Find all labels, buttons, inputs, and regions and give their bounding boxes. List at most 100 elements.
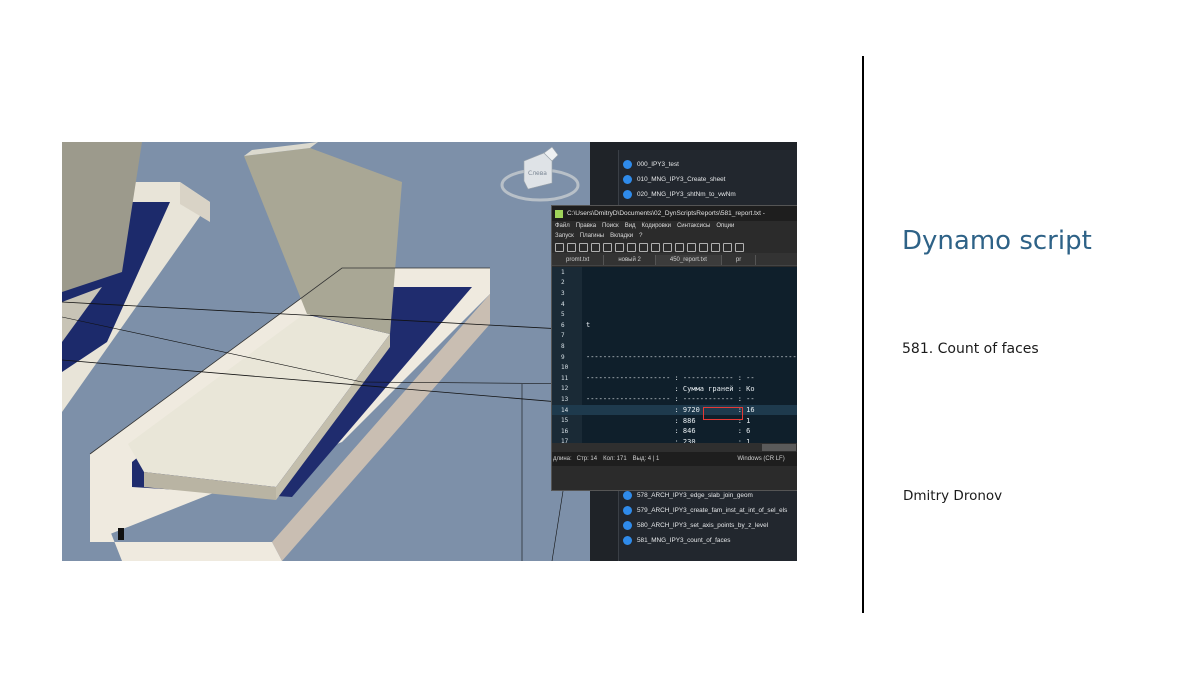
editor-line[interactable]: 9 ---------------------------------------… [552, 352, 797, 363]
line-number: 9 [561, 353, 565, 361]
menu-item-window[interactable]: Вкладки [610, 233, 633, 239]
close-icon[interactable] [603, 242, 612, 252]
editor-line[interactable]: 15 : 886 : 1 [552, 415, 797, 426]
save-all-icon[interactable] [591, 242, 600, 252]
new-file-icon[interactable] [555, 242, 564, 252]
line-number: 4 [561, 300, 565, 308]
menu-item-encoding[interactable]: Кодировки [642, 223, 671, 229]
line-text: t [586, 321, 591, 330]
script-label: 020_MNG_IPY3_shtNm_to_vwNm [637, 190, 736, 198]
notepad-statusbar: длина: Стр: 14 Кол: 171 Выд: 4 | 1 Windo… [552, 452, 797, 466]
script-item[interactable]: 580_ARCH_IPY3_set_axis_points_by_z_level [623, 518, 768, 532]
script-item[interactable]: 581_MNG_IPY3_count_of_faces [623, 533, 730, 547]
editor-line[interactable]: 11 -------------------- : ------------ : … [552, 373, 797, 384]
line-text: : 846 : 6 [586, 427, 751, 436]
close-all-icon[interactable] [615, 242, 624, 252]
menu-item-run[interactable]: Запуск [555, 233, 574, 239]
editor-line[interactable]: 1 [552, 267, 797, 278]
cut-icon[interactable] [639, 242, 648, 252]
script-label: 579_ARCH_IPY3_create_fam_inst_at_int_of_… [637, 506, 788, 514]
editor-line[interactable]: 13 -------------------- : ------------ : … [552, 394, 797, 405]
horizontal-scrollbar[interactable] [552, 443, 797, 452]
notepad-tabbar: promt.txt новый 2 450_report.txt pr [552, 253, 797, 266]
line-number: 16 [561, 427, 569, 435]
line-number: 11 [561, 374, 569, 382]
script-item[interactable]: 000_IPY3_test [623, 157, 679, 171]
notepad-menubar-row2: Запуск Плагины Вкладки ? [552, 231, 797, 241]
script-status-icon [623, 505, 632, 515]
print-icon[interactable] [627, 242, 636, 252]
notepad-window: C:\Users\DmitryD\Documents\02_DynScripts… [551, 205, 797, 491]
editor-line[interactable]: 16 : 846 : 6 [552, 426, 797, 437]
line-text: : Сумма граней : Ко [586, 384, 755, 393]
save-icon[interactable] [579, 242, 588, 252]
notepad-app-icon [555, 209, 563, 218]
highlight-box [703, 407, 743, 420]
slide-title: Dynamo script [902, 226, 1092, 256]
scrollbar-thumb[interactable] [762, 444, 796, 451]
slide-subtitle: 581. Count of faces [902, 341, 1039, 357]
editor-line[interactable]: 7 [552, 331, 797, 342]
redo-icon[interactable] [687, 242, 696, 252]
line-text: ----------------------------------------… [586, 353, 797, 362]
menu-item-language[interactable]: Синтаксисы [677, 223, 710, 229]
screenshot-area: Слева 000_IPY3_test 010_MNG_IPY3_Create_… [62, 142, 797, 561]
script-item[interactable]: 010_MNG_IPY3_Create_sheet [623, 172, 725, 186]
undo-icon[interactable] [675, 242, 684, 252]
editor-line[interactable]: 14 : 9720 : 16 [552, 404, 797, 416]
script-item[interactable]: 020_MNG_IPY3_shtNm_to_vwNm [623, 187, 736, 201]
copy-icon[interactable] [651, 242, 660, 252]
line-number: 2 [561, 279, 565, 287]
script-item[interactable]: 579_ARCH_IPY3_create_fam_inst_at_int_of_… [623, 503, 787, 517]
find-icon[interactable] [699, 242, 708, 252]
script-status-icon [623, 520, 632, 530]
menu-item-file[interactable]: Файл [555, 223, 570, 229]
tab-new-2[interactable]: новый 2 [604, 255, 656, 265]
menu-item-view[interactable]: Вид [625, 223, 636, 229]
zoom-in-icon[interactable] [723, 242, 732, 252]
editor-line[interactable]: 2 [552, 278, 797, 289]
line-number: 7 [561, 332, 565, 340]
notepad-title: C:\Users\DmitryD\Documents\02_DynScripts… [567, 210, 765, 217]
line-number: 10 [561, 364, 569, 372]
menu-item-settings[interactable]: Опции [716, 223, 734, 229]
editor-line[interactable]: 8 [552, 341, 797, 352]
slide-author: Dmitry Dronov [903, 488, 1003, 504]
script-label: 578_ARCH_IPY3_edge_slab_join_geom [637, 491, 753, 499]
tab-450-report[interactable]: 450_report.txt [655, 255, 722, 265]
editor-line[interactable]: 4 [552, 299, 797, 310]
script-label: 581_MNG_IPY3_count_of_faces [637, 536, 731, 544]
line-number: 6 [561, 321, 565, 329]
script-label: 580_ARCH_IPY3_set_axis_points_by_z_level [637, 521, 769, 529]
tab-more[interactable]: pr [722, 255, 757, 265]
status-eol: Windows (CR LF) [737, 456, 785, 462]
replace-icon[interactable] [711, 242, 720, 252]
editor-line[interactable]: 6t [552, 320, 797, 331]
menu-item-search[interactable]: Поиск [602, 223, 619, 229]
tab-promt[interactable]: promt.txt [552, 255, 605, 265]
line-number: 8 [561, 342, 565, 350]
notepad-toolbar [552, 241, 797, 253]
menu-item-plugins[interactable]: Плагины [580, 233, 604, 239]
view-cube-label[interactable]: Слева [528, 170, 547, 177]
notepad-titlebar[interactable]: C:\Users\DmitryD\Documents\02_DynScripts… [552, 206, 797, 221]
editor-line[interactable]: 3 [552, 288, 797, 299]
editor-line[interactable]: 10 [552, 362, 797, 373]
editor-line[interactable]: 12 : Сумма граней : Ко [552, 384, 797, 395]
paste-icon[interactable] [663, 242, 672, 252]
zoom-out-icon[interactable] [735, 242, 744, 252]
editor-line[interactable]: 5 [552, 309, 797, 320]
line-number: 5 [561, 311, 565, 319]
line-number: 1 [561, 268, 565, 276]
script-status-icon [623, 490, 632, 500]
script-status-icon [623, 174, 632, 184]
open-file-icon[interactable] [567, 242, 576, 252]
script-label: 000_IPY3_test [637, 160, 679, 168]
script-status-icon [623, 159, 632, 169]
status-selection: Выд: 4 | 1 [632, 456, 660, 462]
status-col: Кол: 171 [603, 456, 627, 462]
menu-item-edit[interactable]: Правка [576, 223, 596, 229]
text-editor[interactable]: 1 2 3 4 5 6 t 7 8 9 ------------------------------… [552, 267, 797, 443]
status-length: длина: [553, 456, 572, 462]
menu-item-help[interactable]: ? [639, 233, 642, 239]
